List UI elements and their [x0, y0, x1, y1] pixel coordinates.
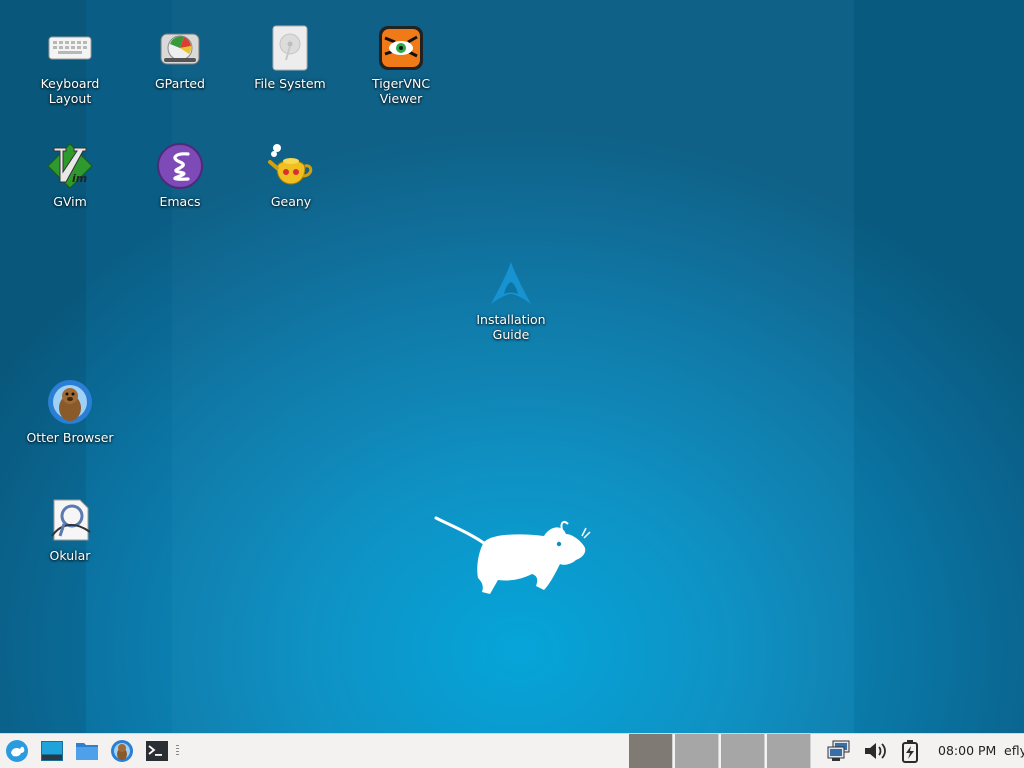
- tigervnc-icon: [377, 24, 425, 72]
- desktop-icon-tigervnc-viewer[interactable]: TigerVNC Viewer: [351, 24, 451, 106]
- network-icon: [827, 740, 850, 761]
- clock[interactable]: 08:00 PM: [938, 743, 996, 758]
- desktop-icon-label: Okular: [49, 548, 91, 563]
- gvim-icon: im: [46, 142, 94, 190]
- wallpaper-stripe: [172, 0, 854, 733]
- desktop-icon-label: GParted: [155, 76, 205, 91]
- user-menu[interactable]: efly: [1004, 743, 1024, 758]
- xfce-mouse-logo: [432, 512, 594, 606]
- desktop-icon-otter-browser[interactable]: Otter Browser: [20, 378, 120, 445]
- wallpaper-stripe: [854, 0, 1024, 733]
- gparted-icon: [156, 24, 204, 72]
- desktop-icon-keyboard-layout[interactable]: Keyboard Layout: [20, 24, 120, 106]
- desktop-show-icon: [41, 741, 63, 761]
- harddisk-icon: [266, 24, 314, 72]
- network-indicator[interactable]: [827, 739, 851, 763]
- web-browser-icon: [111, 740, 133, 762]
- desktop-icon-label: Geany: [270, 194, 312, 209]
- desktop-icon-label: Otter Browser: [26, 430, 114, 445]
- desktop-icon-emacs[interactable]: Emacs: [130, 142, 230, 209]
- battery-indicator[interactable]: [898, 739, 922, 763]
- desktop-icon-gparted[interactable]: GParted: [130, 24, 230, 91]
- desktop-icon-label: Emacs: [159, 194, 201, 209]
- desktop-icon-gvim[interactable]: im GVim: [20, 142, 120, 209]
- desktop[interactable]: Keyboard Layout GParted File System Tige…: [0, 0, 1024, 733]
- arch-linux-icon: [487, 260, 535, 308]
- xfce-menu-button[interactable]: [4, 738, 30, 764]
- file-manager-icon: [76, 743, 98, 760]
- web-browser-button[interactable]: [109, 738, 135, 764]
- desktop-icon-installation-guide[interactable]: Installation Guide: [461, 260, 561, 342]
- desktop-icon-label: TigerVNC Viewer: [371, 76, 431, 106]
- xfce-menu-icon: [6, 740, 28, 762]
- volume-control[interactable]: [863, 739, 887, 763]
- desktop-icon-file-system[interactable]: File System: [240, 24, 340, 91]
- workspace-1[interactable]: [629, 734, 673, 768]
- desktop-icon-geany[interactable]: Geany: [241, 142, 341, 209]
- okular-icon: [46, 496, 94, 544]
- battery-icon: [902, 740, 918, 763]
- show-desktop-button[interactable]: [39, 738, 65, 764]
- wallpaper-stripe: [0, 0, 86, 733]
- taskbar-panel: 08:00 PM efly: [0, 733, 1024, 768]
- workspace-2[interactable]: [675, 734, 719, 768]
- file-manager-button[interactable]: [74, 738, 100, 764]
- svg-text:im: im: [72, 172, 87, 185]
- desktop-icon-label: Keyboard Layout: [40, 76, 100, 106]
- desktop-icon-label: File System: [254, 76, 326, 91]
- emacs-icon: [156, 142, 204, 190]
- otter-browser-icon: [46, 378, 94, 426]
- volume-icon: [865, 743, 886, 759]
- terminal-icon: [146, 741, 168, 761]
- geany-icon: [267, 142, 315, 190]
- desktop-icon-label: GVim: [53, 194, 87, 209]
- panel-separator-handle[interactable]: [176, 745, 179, 757]
- workspace-3[interactable]: [721, 734, 765, 768]
- workspace-4[interactable]: [767, 734, 811, 768]
- desktop-icon-label: Installation Guide: [476, 312, 546, 342]
- desktop-icon-okular[interactable]: Okular: [20, 496, 120, 563]
- keyboard-icon: [46, 24, 94, 72]
- terminal-button[interactable]: [144, 738, 170, 764]
